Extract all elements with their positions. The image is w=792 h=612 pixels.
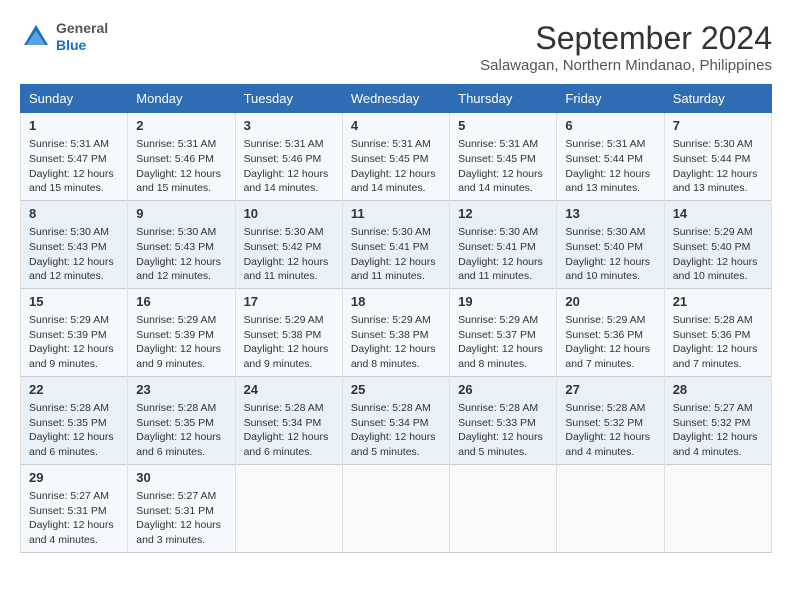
table-cell: 2 Sunrise: 5:31 AMSunset: 5:46 PMDayligh…: [128, 113, 235, 201]
table-cell: 6 Sunrise: 5:31 AMSunset: 5:44 PMDayligh…: [557, 113, 664, 201]
table-cell: 8 Sunrise: 5:30 AMSunset: 5:43 PMDayligh…: [21, 200, 128, 288]
table-cell: 23 Sunrise: 5:28 AMSunset: 5:35 PMDaylig…: [128, 376, 235, 464]
table-cell: 5 Sunrise: 5:31 AMSunset: 5:45 PMDayligh…: [450, 113, 557, 201]
table-cell: 18 Sunrise: 5:29 AMSunset: 5:38 PMDaylig…: [342, 288, 449, 376]
col-saturday: Saturday: [664, 85, 771, 113]
location-subtitle: Salawagan, Northern Mindanao, Philippine…: [480, 57, 772, 74]
calendar-table: Sunday Monday Tuesday Wednesday Thursday…: [20, 84, 772, 553]
table-cell-empty: [235, 464, 342, 552]
table-cell: 1 Sunrise: 5:31 AMSunset: 5:47 PMDayligh…: [21, 113, 128, 201]
table-cell-empty: [450, 464, 557, 552]
table-row: 8 Sunrise: 5:30 AMSunset: 5:43 PMDayligh…: [21, 200, 772, 288]
col-friday: Friday: [557, 85, 664, 113]
table-cell-empty: [557, 464, 664, 552]
table-cell: 15 Sunrise: 5:29 AMSunset: 5:39 PMDaylig…: [21, 288, 128, 376]
table-cell: 12 Sunrise: 5:30 AMSunset: 5:41 PMDaylig…: [450, 200, 557, 288]
logo-text: General Blue: [56, 20, 108, 54]
table-cell: 30 Sunrise: 5:27 AMSunset: 5:31 PMDaylig…: [128, 464, 235, 552]
table-cell: 17 Sunrise: 5:29 AMSunset: 5:38 PMDaylig…: [235, 288, 342, 376]
month-title: September 2024: [480, 20, 772, 57]
table-cell: 28 Sunrise: 5:27 AMSunset: 5:32 PMDaylig…: [664, 376, 771, 464]
table-cell-empty: [342, 464, 449, 552]
col-monday: Monday: [128, 85, 235, 113]
table-cell: 20 Sunrise: 5:29 AMSunset: 5:36 PMDaylig…: [557, 288, 664, 376]
table-cell: 24 Sunrise: 5:28 AMSunset: 5:34 PMDaylig…: [235, 376, 342, 464]
col-wednesday: Wednesday: [342, 85, 449, 113]
logo-general: General: [56, 20, 108, 36]
table-cell: 14 Sunrise: 5:29 AMSunset: 5:40 PMDaylig…: [664, 200, 771, 288]
table-cell: 3 Sunrise: 5:31 AMSunset: 5:46 PMDayligh…: [235, 113, 342, 201]
table-cell: 22 Sunrise: 5:28 AMSunset: 5:35 PMDaylig…: [21, 376, 128, 464]
table-cell: 27 Sunrise: 5:28 AMSunset: 5:32 PMDaylig…: [557, 376, 664, 464]
col-tuesday: Tuesday: [235, 85, 342, 113]
calendar-header-row: Sunday Monday Tuesday Wednesday Thursday…: [21, 85, 772, 113]
logo-icon: [20, 21, 52, 53]
table-cell: 11 Sunrise: 5:30 AMSunset: 5:41 PMDaylig…: [342, 200, 449, 288]
col-sunday: Sunday: [21, 85, 128, 113]
table-cell: 25 Sunrise: 5:28 AMSunset: 5:34 PMDaylig…: [342, 376, 449, 464]
table-cell-empty: [664, 464, 771, 552]
table-cell: 21 Sunrise: 5:28 AMSunset: 5:36 PMDaylig…: [664, 288, 771, 376]
table-row: 22 Sunrise: 5:28 AMSunset: 5:35 PMDaylig…: [21, 376, 772, 464]
table-cell: 7 Sunrise: 5:30 AMSunset: 5:44 PMDayligh…: [664, 113, 771, 201]
table-cell: 13 Sunrise: 5:30 AMSunset: 5:40 PMDaylig…: [557, 200, 664, 288]
col-thursday: Thursday: [450, 85, 557, 113]
table-cell: 4 Sunrise: 5:31 AMSunset: 5:45 PMDayligh…: [342, 113, 449, 201]
table-cell: 26 Sunrise: 5:28 AMSunset: 5:33 PMDaylig…: [450, 376, 557, 464]
logo: General Blue: [20, 20, 108, 54]
title-section: September 2024 Salawagan, Northern Minda…: [480, 20, 772, 74]
table-row: 1 Sunrise: 5:31 AMSunset: 5:47 PMDayligh…: [21, 113, 772, 201]
table-row: 15 Sunrise: 5:29 AMSunset: 5:39 PMDaylig…: [21, 288, 772, 376]
table-row: 29 Sunrise: 5:27 AMSunset: 5:31 PMDaylig…: [21, 464, 772, 552]
table-cell: 10 Sunrise: 5:30 AMSunset: 5:42 PMDaylig…: [235, 200, 342, 288]
table-cell: 19 Sunrise: 5:29 AMSunset: 5:37 PMDaylig…: [450, 288, 557, 376]
logo-blue: Blue: [56, 37, 86, 53]
table-cell: 16 Sunrise: 5:29 AMSunset: 5:39 PMDaylig…: [128, 288, 235, 376]
table-cell: 9 Sunrise: 5:30 AMSunset: 5:43 PMDayligh…: [128, 200, 235, 288]
page-header: General Blue September 2024 Salawagan, N…: [20, 20, 772, 74]
table-cell: 29 Sunrise: 5:27 AMSunset: 5:31 PMDaylig…: [21, 464, 128, 552]
